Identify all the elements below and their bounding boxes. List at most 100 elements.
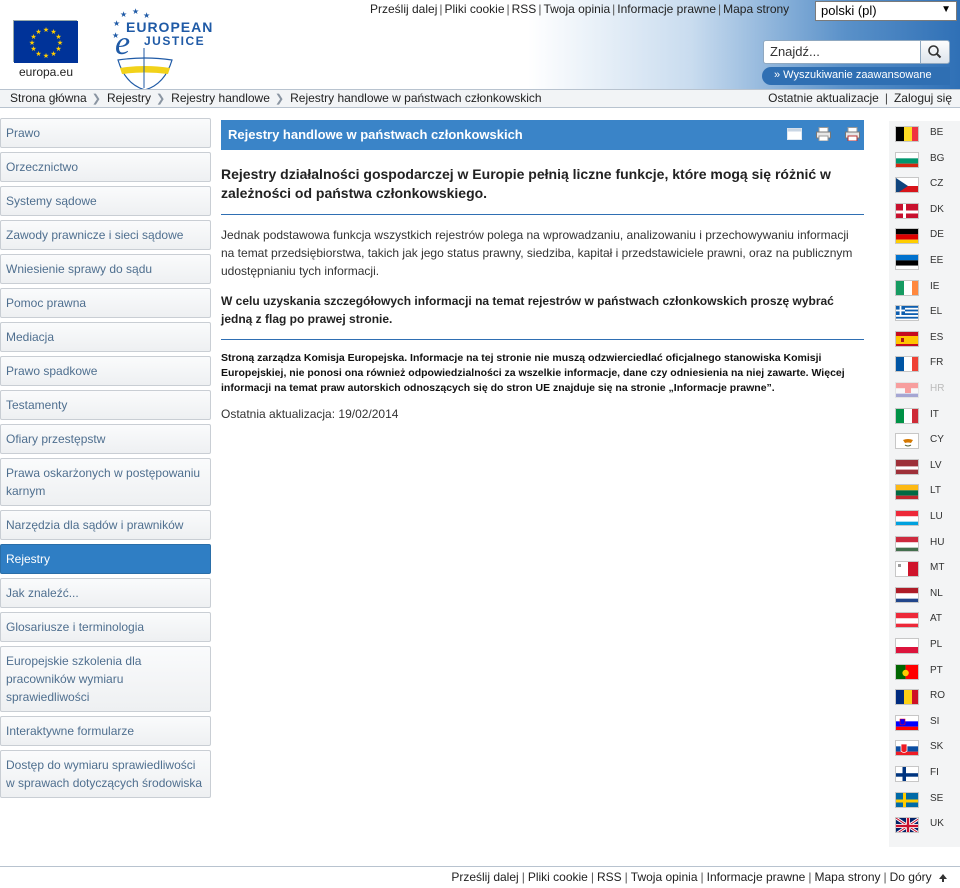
flag-de-icon: [895, 228, 919, 245]
flag-link-lu[interactable]: LU: [895, 510, 957, 526]
sidebar-item-8[interactable]: Prawo spadkowe: [0, 356, 211, 386]
flag-link-uk[interactable]: UK: [895, 817, 957, 834]
footer-link-cookies[interactable]: Pliki cookie: [528, 870, 588, 884]
body-paragraph: Jednak podstawowa funkcja wszystkich rej…: [221, 228, 853, 278]
flag-link-pl[interactable]: PL: [895, 638, 957, 654]
flag-fr-icon: [895, 356, 919, 373]
flag-link-at[interactable]: AT: [895, 612, 957, 629]
top-link-cookies[interactable]: Pliki cookie: [444, 2, 504, 16]
top-link-rss[interactable]: RSS: [512, 2, 537, 16]
flag-link-cy[interactable]: CY: [895, 433, 957, 450]
arrow-up-icon[interactable]: [938, 873, 948, 883]
sidebar-item-11[interactable]: Prawa oskarżonych w postępowaniu karnym: [0, 458, 211, 506]
divider: [221, 339, 864, 340]
search-button[interactable]: [920, 40, 950, 64]
sidebar-item-17[interactable]: Interaktywne formularze: [0, 716, 211, 746]
flag-code-label: PL: [930, 639, 943, 650]
european-justice-logo[interactable]: ★ ★ ★ ★ ★ e EUROPEAN JUSTICE: [110, 7, 240, 92]
sidebar-item-3[interactable]: Systemy sądowe: [0, 186, 211, 216]
flag-link-ie[interactable]: IE: [895, 279, 957, 296]
europa-logo-label: europa.eu: [18, 65, 74, 79]
flag-link-bg[interactable]: BG: [895, 151, 957, 168]
login-link[interactable]: Zaloguj się: [894, 91, 952, 105]
breadcrumb-registers[interactable]: Rejestry: [107, 91, 151, 105]
top-link-feedback[interactable]: Twoja opinia: [543, 2, 610, 16]
footer-link-legal[interactable]: Informacje prawne: [707, 870, 806, 884]
flag-link-se[interactable]: SE: [895, 791, 957, 808]
sidebar-item-18[interactable]: Dostęp do wymiaru sprawiedliwości w spra…: [0, 750, 211, 798]
advanced-search-link[interactable]: » Wyszukiwanie zaawansowane: [762, 67, 950, 85]
footer-link-forward[interactable]: Prześlij dalej: [451, 870, 518, 884]
sidebar-item-2[interactable]: Orzecznictwo: [0, 152, 211, 182]
flag-link-si[interactable]: SI: [895, 714, 957, 731]
print-icon[interactable]: [816, 127, 831, 141]
print-preview-icon[interactable]: [845, 127, 860, 141]
flag-link-nl[interactable]: NL: [895, 586, 957, 603]
flag-link-dk[interactable]: DK: [895, 202, 957, 219]
footer-link-rss[interactable]: RSS: [597, 870, 622, 884]
flag-link-fr[interactable]: FR: [895, 356, 957, 373]
svg-text:★: ★: [35, 28, 41, 36]
flag-pl-icon: [895, 638, 919, 654]
search-input[interactable]: Znajdź...: [763, 40, 921, 64]
top-link-sitemap[interactable]: Mapa strony: [723, 2, 789, 16]
flag-link-hu[interactable]: HU: [895, 535, 957, 552]
breadcrumb-current: Rejestry handlowe w państwach członkowsk…: [290, 91, 542, 105]
flag-link-be[interactable]: BE: [895, 126, 957, 142]
user-links: Ostatnie aktualizacje | Zaloguj się: [768, 91, 952, 105]
recent-updates-link[interactable]: Ostatnie aktualizacje: [768, 91, 879, 105]
footer-link-top[interactable]: Do góry: [890, 870, 932, 884]
flag-link-sk[interactable]: SK: [895, 740, 957, 757]
svg-text:★: ★: [43, 26, 49, 34]
flag-code-label: BG: [930, 152, 945, 164]
sidebar-item-9[interactable]: Testamenty: [0, 390, 211, 420]
sidebar-item-10[interactable]: Ofiary przestępstw: [0, 424, 211, 454]
footer-link-feedback[interactable]: Twoja opinia: [631, 870, 698, 884]
sidebar-item-13[interactable]: Rejestry: [0, 544, 211, 574]
flag-lt-icon: [895, 484, 919, 501]
flag-link-lt[interactable]: LT: [895, 484, 957, 501]
breadcrumb-home[interactable]: Strona główna: [10, 91, 87, 105]
footer-link-sitemap[interactable]: Mapa strony: [814, 870, 880, 884]
flag-hr-icon: [895, 382, 919, 398]
flag-link-lv[interactable]: LV: [895, 458, 957, 475]
ej-logo-word-1: EUROPEAN: [126, 19, 213, 35]
flag-ro-icon: [895, 689, 919, 706]
sidebar-item-7[interactable]: Mediacja: [0, 322, 211, 352]
breadcrumb-business-registers[interactable]: Rejestry handlowe: [171, 91, 270, 105]
sidebar-item-12[interactable]: Narzędzia dla sądów i prawników: [0, 510, 211, 540]
flag-code-label: HU: [930, 536, 945, 548]
flag-sk-icon: [895, 740, 919, 757]
top-link-forward[interactable]: Prześlij dalej: [370, 2, 437, 16]
window-icon[interactable]: [787, 127, 802, 141]
top-link-legal[interactable]: Informacje prawne: [617, 2, 716, 16]
flag-link-de[interactable]: DE: [895, 228, 957, 245]
flag-code-label: EL: [930, 306, 943, 318]
site-footer: Prześlij dalej | Pliki cookie | RSS | Twoja op…: [0, 866, 960, 888]
sidebar-item-5[interactable]: Wniesienie sprawy do sądu: [0, 254, 211, 284]
sidebar-item-15[interactable]: Glosariusze i terminologia: [0, 612, 211, 642]
flag-link-fi[interactable]: FI: [895, 766, 957, 782]
flag-link-mt[interactable]: MT: [895, 561, 957, 578]
flag-se-icon: [895, 791, 919, 808]
footer-links: Prześlij dalej | Pliki cookie | RSS | Twoja op…: [451, 870, 948, 884]
flag-fi-icon: [895, 766, 919, 782]
language-select[interactable]: polski (pl) ▼: [815, 1, 957, 21]
sidebar-item-6[interactable]: Pomoc prawna: [0, 288, 211, 318]
flag-be-icon: [895, 126, 919, 142]
flag-link-pt[interactable]: PT: [895, 663, 957, 680]
europa-logo[interactable]: ★ ★ ★ ★ ★ ★ ★ ★ ★ ★ ★ ★ europa.eu: [13, 20, 79, 82]
sidebar-item-1[interactable]: Prawo: [0, 118, 211, 148]
flag-link-ee[interactable]: EE: [895, 254, 957, 270]
flag-link-el[interactable]: EL: [895, 305, 957, 322]
flag-link-es[interactable]: ES: [895, 330, 957, 347]
flag-code-label: SK: [930, 741, 944, 753]
sidebar-item-14[interactable]: Jak znaleźć...: [0, 578, 211, 608]
sidebar-item-16[interactable]: Europejskie szkolenia dla pracowników wy…: [0, 646, 211, 712]
flag-link-cz[interactable]: CZ: [895, 177, 957, 194]
sidebar-item-4[interactable]: Zawody prawnicze i sieci sądowe: [0, 220, 211, 250]
flag-cy-icon: [895, 433, 919, 450]
flag-link-ro[interactable]: RO: [895, 689, 957, 706]
flag-link-it[interactable]: IT: [895, 407, 957, 424]
flag-ie-icon: [895, 279, 919, 296]
